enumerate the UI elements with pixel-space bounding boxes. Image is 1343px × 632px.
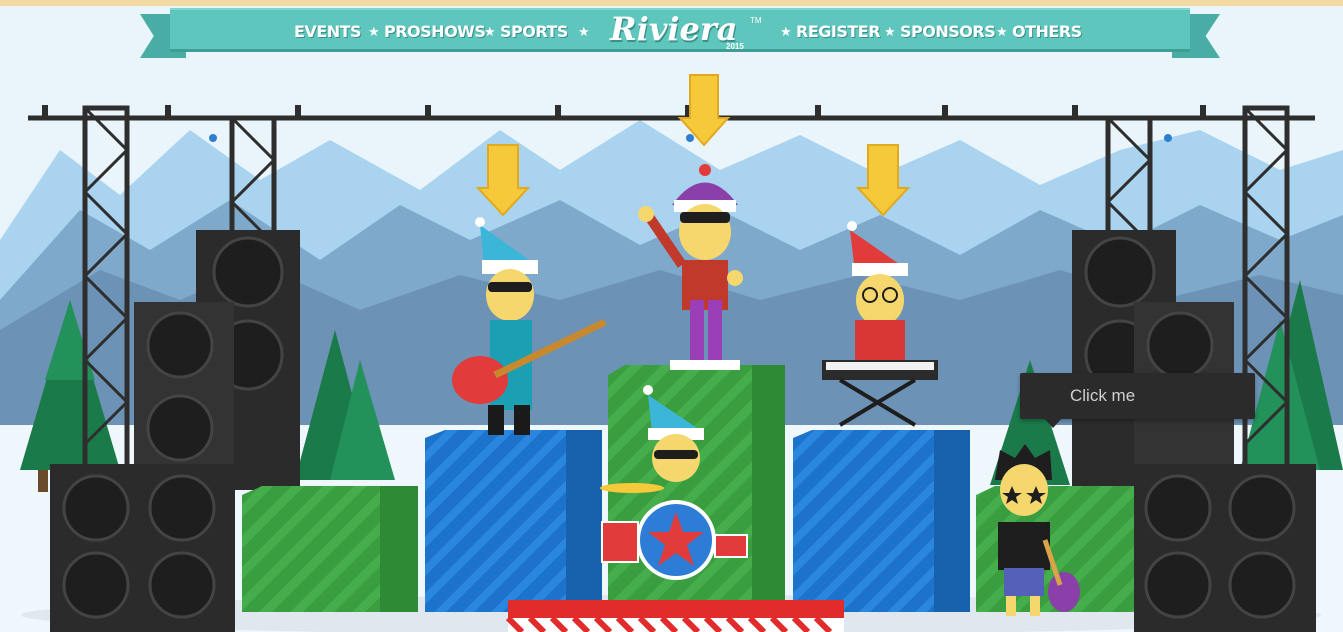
- gift-box-green-left: [242, 486, 418, 612]
- star-icon: ★: [780, 24, 792, 39]
- star-icon: ★: [996, 24, 1008, 39]
- logo-year: 2015: [726, 42, 744, 51]
- candy-stage-front: [505, 600, 844, 632]
- nav-item-events[interactable]: EVENTS: [294, 20, 362, 44]
- top-strip: [0, 0, 1343, 6]
- click-me-tooltip[interactable]: Click me: [1020, 373, 1255, 428]
- nav-item-sponsors[interactable]: SPONSORS: [900, 20, 996, 44]
- nav-item-proshows[interactable]: PROSHOWS: [384, 20, 486, 44]
- star-icon: ★: [884, 24, 896, 39]
- main-nav: EVENTS ★ PROSHOWS ★ SPORTS ★ Riviera 201…: [170, 8, 1190, 52]
- stage-scene: [0, 74, 1343, 632]
- nav-item-register[interactable]: REGISTER: [796, 20, 881, 44]
- logo-text: Riviera: [610, 10, 738, 48]
- logo-tm: TM: [750, 16, 762, 25]
- nav-item-others[interactable]: OTHERS: [1012, 20, 1082, 44]
- tooltip-label: Click me: [1070, 386, 1136, 405]
- gift-box-blue-right: [793, 430, 970, 612]
- gift-box-blue-left: [425, 430, 602, 612]
- nav-item-sports[interactable]: SPORTS: [500, 20, 568, 44]
- star-icon: ★: [368, 24, 380, 39]
- riviera-logo[interactable]: Riviera 2015 TM: [610, 10, 762, 52]
- star-icon: ★: [578, 24, 590, 39]
- star-icon: ★: [484, 24, 496, 39]
